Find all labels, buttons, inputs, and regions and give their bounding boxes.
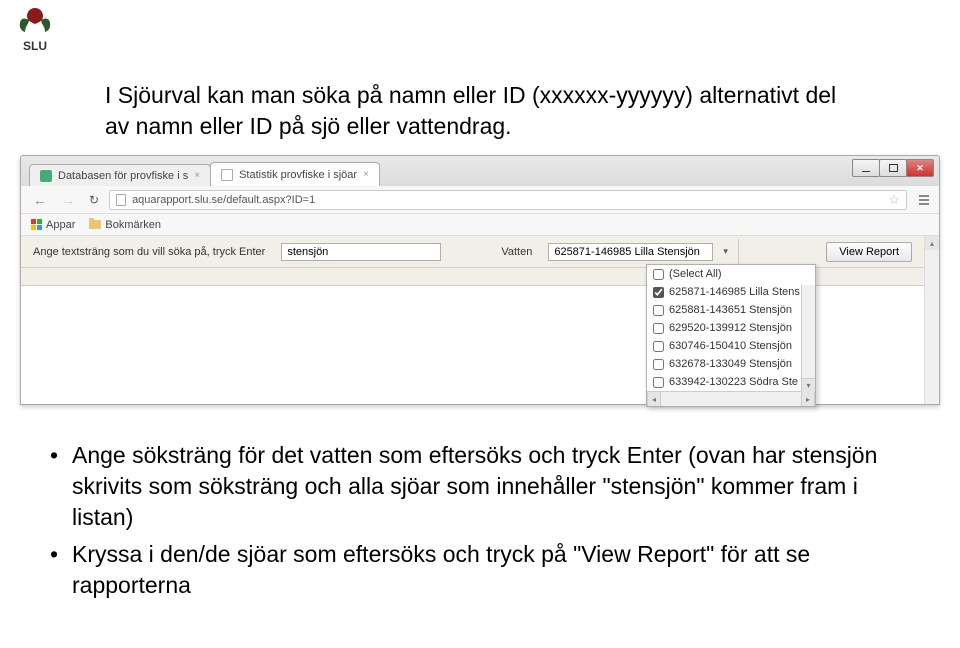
dropdown-item-label: 629520-139912 Stensjön bbox=[669, 322, 792, 334]
bookmark-bar: Appar Bokmärken bbox=[21, 214, 939, 236]
tab-bar: Databasen för provfiske i s × Statistik … bbox=[29, 162, 379, 186]
forward-icon: → bbox=[57, 192, 79, 208]
dropdown-item[interactable]: 630746-150410 Stensjön bbox=[647, 337, 815, 355]
dropdown-item[interactable]: 633942-130223 Södra Ste bbox=[647, 373, 815, 391]
scroll-track[interactable] bbox=[661, 392, 801, 406]
dropdown-item-label: (Select All) bbox=[669, 268, 722, 280]
folder-label: Bokmärken bbox=[105, 219, 161, 231]
bullet-1: Ange söksträng för det vatten som efters… bbox=[48, 440, 908, 533]
favicon-icon bbox=[221, 169, 233, 181]
checkbox[interactable] bbox=[653, 305, 664, 316]
maximize-button[interactable] bbox=[879, 159, 907, 177]
close-icon[interactable]: × bbox=[363, 169, 369, 180]
apps-icon bbox=[31, 219, 42, 230]
dropdown-item[interactable]: 632678-133049 Stensjön bbox=[647, 355, 815, 373]
reload-icon[interactable]: ↻ bbox=[85, 193, 103, 207]
dropdown-item[interactable]: 629520-139912 Stensjön bbox=[647, 319, 815, 337]
apps-button[interactable]: Appar bbox=[31, 219, 75, 231]
scroll-left-icon[interactable]: ◂ bbox=[647, 392, 661, 406]
scroll-up-icon[interactable]: ▴ bbox=[925, 236, 939, 250]
url-text: aquarapport.slu.se/default.aspx?ID=1 bbox=[132, 194, 315, 206]
tab-label: Databasen för provfiske i s bbox=[58, 170, 188, 182]
report-content-area: Ange textsträng som du vill söka på, try… bbox=[21, 236, 924, 404]
checkbox[interactable] bbox=[653, 377, 664, 388]
bullet-2: Kryssa i den/de sjöar som eftersöks och … bbox=[48, 539, 908, 601]
dropdown-item-label: 625881-143651 Stensjön bbox=[669, 304, 792, 316]
checkbox[interactable] bbox=[653, 359, 664, 370]
close-button[interactable]: ✕ bbox=[906, 159, 934, 177]
bookmark-star-icon[interactable]: ☆ bbox=[888, 192, 900, 208]
vatten-input[interactable] bbox=[548, 243, 713, 261]
toolbar-separator bbox=[738, 239, 739, 265]
minimize-button[interactable] bbox=[852, 159, 880, 177]
tab-label: Statistik provfiske i sjöar bbox=[239, 169, 357, 181]
dropdown-item[interactable]: 625881-143651 Stensjön bbox=[647, 301, 815, 319]
tab-database[interactable]: Databasen för provfiske i s × bbox=[29, 164, 211, 186]
vatten-dropdown: (Select All) 625871-146985 Lilla Stens 6… bbox=[646, 264, 816, 407]
browser-window: ✕ Databasen för provfiske i s × Statisti… bbox=[20, 155, 940, 405]
dropdown-vscrollbar[interactable]: ▾ bbox=[801, 285, 815, 392]
view-report-button[interactable]: View Report bbox=[826, 242, 912, 262]
slu-logo: SLU bbox=[15, 6, 55, 61]
tab-statistik[interactable]: Statistik provfiske i sjöar × bbox=[210, 162, 380, 186]
menu-icon[interactable] bbox=[917, 193, 931, 207]
checkbox[interactable] bbox=[653, 287, 664, 298]
intro-text: I Sjöurval kan man söka på namn eller ID… bbox=[105, 80, 855, 142]
page-icon bbox=[116, 194, 126, 206]
dropdown-item-label: 632678-133049 Stensjön bbox=[669, 358, 792, 370]
dropdown-hscrollbar[interactable]: ◂ ▸ bbox=[647, 391, 815, 406]
folder-icon bbox=[89, 220, 101, 229]
checkbox[interactable] bbox=[653, 341, 664, 352]
dropdown-item-select-all[interactable]: (Select All) bbox=[647, 265, 815, 283]
checkbox[interactable] bbox=[653, 269, 664, 280]
vatten-label: Vatten bbox=[501, 246, 532, 258]
dropdown-item-label: 630746-150410 Stensjön bbox=[669, 340, 792, 352]
dropdown-item-label: 633942-130223 Södra Ste bbox=[669, 376, 798, 388]
page-vscrollbar[interactable]: ▴ bbox=[924, 236, 939, 404]
instruction-bullets: Ange söksträng för det vatten som efters… bbox=[48, 440, 908, 607]
nav-bar: ← → ↻ aquarapport.slu.se/default.aspx?ID… bbox=[21, 186, 939, 214]
scroll-down-icon[interactable]: ▾ bbox=[802, 378, 815, 392]
search-input[interactable] bbox=[281, 243, 441, 261]
address-bar[interactable]: aquarapport.slu.se/default.aspx?ID=1 ☆ bbox=[109, 190, 907, 210]
window-controls: ✕ bbox=[853, 159, 934, 177]
favicon-icon bbox=[40, 170, 52, 182]
dropdown-item-label: 625871-146985 Lilla Stens bbox=[669, 286, 800, 298]
checkbox[interactable] bbox=[653, 323, 664, 334]
close-icon[interactable]: × bbox=[194, 170, 200, 181]
search-label: Ange textsträng som du vill söka på, try… bbox=[33, 246, 265, 258]
svg-text:SLU: SLU bbox=[23, 39, 47, 53]
scroll-right-icon[interactable]: ▸ bbox=[801, 392, 815, 406]
bookmark-folder[interactable]: Bokmärken bbox=[89, 219, 161, 231]
dropdown-toggle-icon[interactable]: ▾ bbox=[723, 246, 728, 257]
back-icon[interactable]: ← bbox=[29, 192, 51, 208]
dropdown-item[interactable]: 625871-146985 Lilla Stens bbox=[647, 283, 815, 301]
apps-label: Appar bbox=[46, 219, 75, 231]
